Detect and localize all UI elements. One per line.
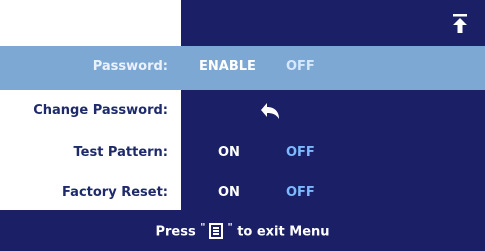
enter-arrow-icon[interactable]	[259, 101, 283, 121]
factory-reset-off-option[interactable]: OFF	[286, 185, 315, 200]
footer-suffix: to exit Menu	[237, 224, 330, 240]
test-pattern-options: ON OFF	[181, 132, 485, 172]
menu-header	[181, 0, 485, 46]
password-enable-option[interactable]: ENABLE	[199, 59, 256, 74]
factory-reset-options: ON OFF	[181, 172, 485, 210]
change-password-options	[181, 90, 485, 132]
test-pattern-label: Test Pattern:	[73, 145, 169, 160]
password-label: Password:	[92, 59, 168, 74]
test-pattern-off-option[interactable]: OFF	[286, 145, 315, 160]
change-password-row[interactable]: Change Password:	[0, 90, 485, 132]
change-password-label: Change Password:	[33, 103, 168, 118]
factory-reset-row[interactable]: Factory Reset: ON OFF	[0, 172, 485, 210]
password-row[interactable]: Password: ENABLE OFF	[0, 46, 485, 90]
footer-hint: Press " " to exit Menu	[155, 222, 330, 240]
password-options: ENABLE OFF	[181, 46, 485, 90]
test-pattern-row[interactable]: Test Pattern: ON OFF	[0, 132, 485, 172]
password-off-option[interactable]: OFF	[286, 59, 315, 74]
factory-reset-on-option[interactable]: ON	[218, 185, 240, 200]
test-pattern-on-option[interactable]: ON	[218, 145, 240, 160]
menu-button-icon	[209, 222, 224, 239]
header-blank	[0, 0, 181, 46]
footer-prefix: Press	[155, 224, 196, 240]
up-arrow-exit-icon[interactable]	[453, 14, 467, 34]
footer-bar: Press " " to exit Menu	[0, 210, 485, 251]
factory-reset-label: Factory Reset:	[62, 185, 168, 200]
